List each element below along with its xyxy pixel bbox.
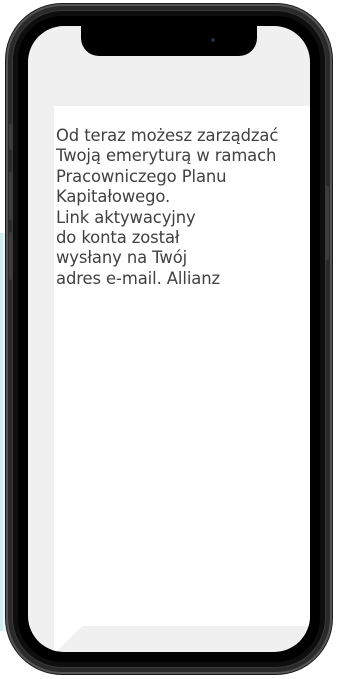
background-panel-edge: [0, 233, 3, 631]
phone-mockup: Od teraz możesz zarządzać Twoją emerytur…: [6, 4, 332, 674]
illustration-stage: Od teraz możesz zarządzać Twoją emerytur…: [0, 0, 339, 679]
sms-message-text: Od teraz możesz zarządzać Twoją emerytur…: [56, 126, 279, 288]
message-bubble-tail: [54, 626, 82, 652]
camera-icon: [211, 38, 215, 42]
phone-notch: [81, 26, 257, 56]
phone-screen: Od teraz możesz zarządzać Twoją emerytur…: [28, 26, 310, 652]
